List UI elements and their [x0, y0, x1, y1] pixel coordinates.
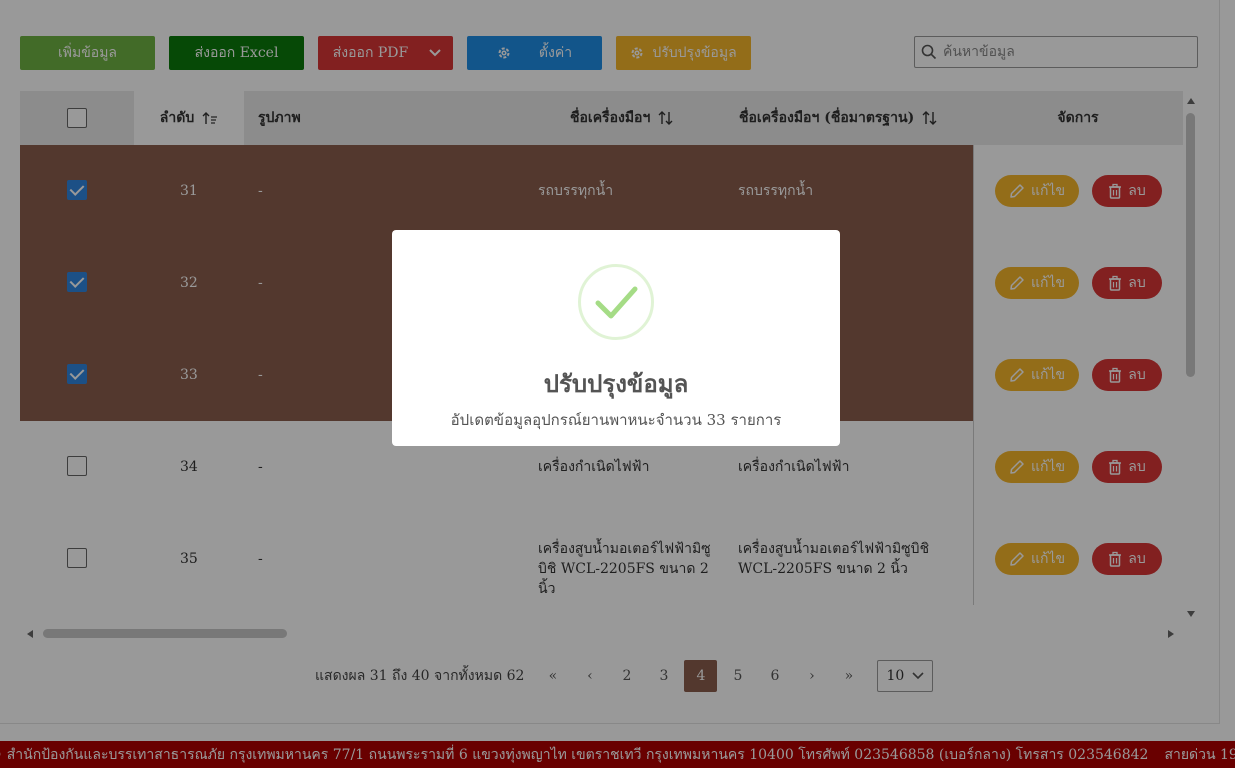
- success-dialog: ปรับปรุงข้อมูล อัปเดตข้อมูลอุปกรณ์ยานพาห…: [392, 230, 840, 446]
- dialog-message: อัปเดตข้อมูลอุปกรณ์ยานพาหนะจำนวน 33 รายก…: [450, 411, 782, 429]
- dialog-title: ปรับปรุงข้อมูล: [543, 369, 689, 398]
- check-icon: [595, 286, 638, 319]
